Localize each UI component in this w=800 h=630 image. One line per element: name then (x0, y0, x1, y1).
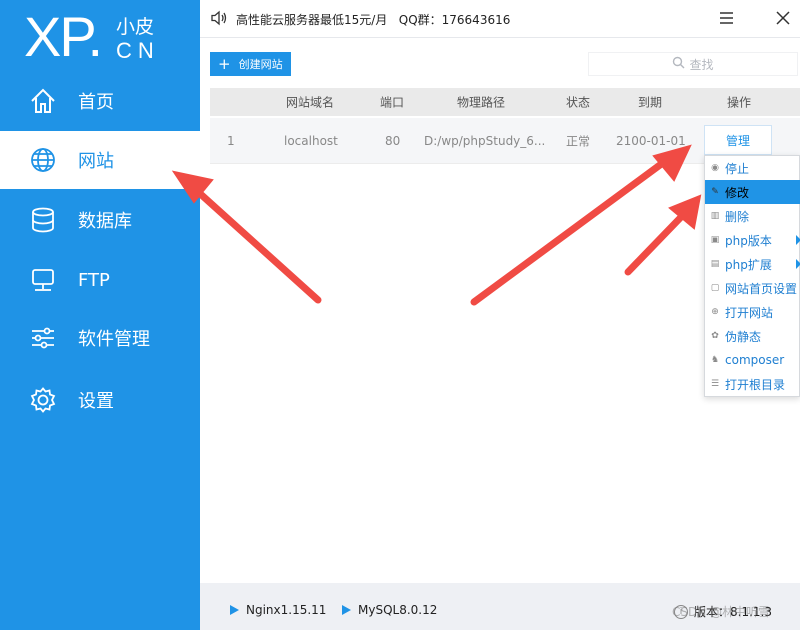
menu-item-delete[interactable]: ▥ 删除 (705, 204, 800, 228)
php-extension-icon: ▤ (710, 259, 720, 269)
menu-item-label: php扩展 (725, 257, 772, 272)
trash-icon: ▥ (710, 211, 720, 221)
watermark: CSDN @林中听雪 (672, 605, 771, 619)
menu-item-rewrite[interactable]: ✿ 伪静态 (705, 324, 800, 348)
sidebar-item-software[interactable]: 软件管理 (0, 309, 200, 367)
play-icon (342, 605, 351, 615)
sidebar: XP. 小皮 CN 首页 网站 数据库 FTP 软件管理 设置 (0, 0, 200, 630)
search-icon (672, 56, 685, 72)
submenu-arrow-icon (796, 235, 800, 245)
monitor-icon (28, 265, 58, 295)
top-bar: 高性能云服务器最低15元/月 QQ群：176643616 (200, 0, 800, 38)
menu-item-label: 网站首页设置 (725, 281, 798, 296)
menu-item-label: 打开网站 (725, 305, 774, 320)
sidebar-item-website[interactable]: 网站 (0, 131, 200, 189)
menu-item-label: composer (725, 353, 785, 367)
logo-domain-text: CN (116, 38, 160, 63)
sidebar-item-label: 首页 (78, 92, 114, 113)
manage-dropdown-menu: ◉ 停止 ✎ 修改 ▥ 删除 ▣ php版本 ▤ php扩展 ▢ 网站首页设置 … (704, 155, 800, 397)
menu-item-label: 停止 (725, 161, 750, 176)
column-header-expires: 到期 (638, 95, 663, 110)
sidebar-item-settings[interactable]: 设置 (0, 371, 200, 429)
menu-item-label: 伪静态 (725, 329, 762, 344)
menu-item-label: php版本 (725, 233, 772, 248)
gear-icon (28, 385, 58, 415)
menu-item-stop[interactable]: ◉ 停止 (705, 156, 800, 180)
manage-button-label: 管理 (725, 133, 750, 148)
plus-icon: + (218, 55, 231, 73)
logo: XP. 小皮 CN (24, 8, 174, 68)
column-header-path: 物理路径 (457, 95, 506, 110)
close-button[interactable] (773, 8, 793, 28)
menu-item-composer[interactable]: ♞ composer (705, 348, 800, 372)
manage-button[interactable]: 管理 (704, 125, 772, 155)
sidebar-item-database[interactable]: 数据库 (0, 191, 200, 249)
service-label: Nginx1.15.11 (246, 603, 327, 617)
edit-icon: ✎ (711, 187, 719, 197)
sidebar-item-label: 数据库 (78, 211, 132, 232)
stop-icon: ◉ (711, 163, 719, 173)
menu-item-open-site[interactable]: ⊕ 打开网站 (705, 300, 800, 324)
play-icon (230, 605, 239, 615)
row-path: D:/wp/phpStudy_6... (424, 133, 546, 148)
menu-button[interactable] (717, 8, 737, 28)
sidebar-item-label: 设置 (78, 391, 114, 412)
globe-icon (28, 145, 58, 175)
logo-small-text: 小皮 (116, 16, 155, 38)
menu-item-label: 删除 (725, 209, 750, 224)
create-website-label: 创建网站 (238, 58, 283, 71)
service-nginx[interactable]: Nginx1.15.11 (230, 603, 326, 617)
menu-item-label: 修改 (725, 185, 750, 200)
row-domain: localhost (284, 133, 338, 148)
column-header-status: 状态 (566, 95, 591, 110)
database-icon (28, 205, 58, 235)
logo-main-text: XP. (24, 5, 103, 68)
menu-item-label: 打开根目录 (725, 377, 786, 392)
row-status: 正常 (566, 134, 591, 148)
php-version-icon: ▣ (710, 235, 720, 245)
column-header-action: 操作 (727, 95, 752, 110)
sidebar-item-label: 网站 (78, 151, 114, 172)
menu-item-edit[interactable]: ✎ 修改 (705, 180, 800, 204)
sidebar-item-ftp[interactable]: FTP (0, 251, 200, 309)
column-header-port: 端口 (380, 95, 405, 110)
sidebar-item-label: 软件管理 (78, 329, 150, 350)
menu-item-php-version[interactable]: ▣ php版本 (705, 228, 800, 252)
service-mysql[interactable]: MySQL8.0.12 (342, 603, 437, 617)
row-index: 1 (227, 133, 235, 148)
column-header-domain: 网站域名 (286, 95, 335, 110)
sidebar-item-home[interactable]: 首页 (0, 72, 200, 130)
open-site-icon: ⊕ (711, 307, 719, 317)
home-icon (28, 86, 58, 116)
sidebar-item-label: FTP (78, 269, 110, 291)
table-header: 网站域名 端口 物理路径 状态 到期 操作 (210, 88, 800, 116)
row-expires: 2100-01-01 (616, 133, 686, 148)
search-placeholder: 查找 (689, 57, 714, 72)
create-website-button[interactable]: + 创建网站 (210, 52, 291, 76)
folder-list-icon: ☰ (710, 379, 720, 389)
homepage-settings-icon: ▢ (710, 283, 720, 293)
menu-item-open-root[interactable]: ☰ 打开根目录 (705, 372, 800, 396)
menu-item-php-extension[interactable]: ▤ php扩展 (705, 252, 800, 276)
submenu-arrow-icon (796, 259, 800, 269)
menu-item-homepage-settings[interactable]: ▢ 网站首页设置 (705, 276, 800, 300)
search-input[interactable]: 查找 (588, 52, 798, 76)
sliders-icon (28, 323, 58, 353)
speaker-icon (210, 9, 228, 31)
row-port: 80 (385, 133, 401, 148)
notice-text: 高性能云服务器最低15元/月 QQ群：176643616 (236, 13, 511, 27)
composer-icon: ♞ (710, 355, 720, 365)
rewrite-icon: ✿ (711, 331, 719, 341)
service-label: MySQL8.0.12 (358, 603, 438, 617)
